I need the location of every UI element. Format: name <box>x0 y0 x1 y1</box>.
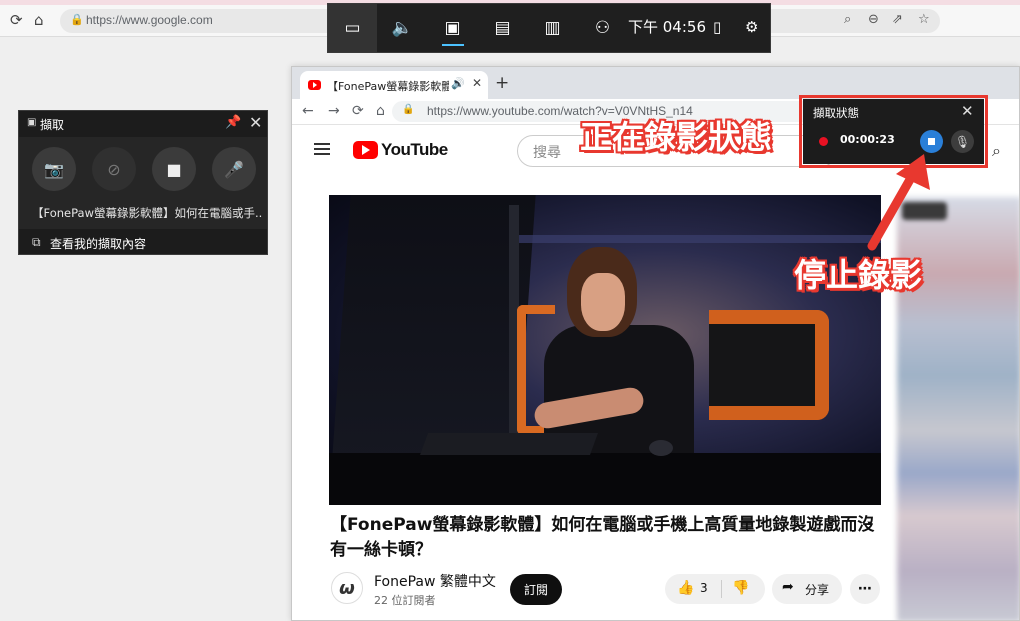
video-frame-light <box>519 235 881 243</box>
clock: 下午 04:56 <box>628 18 706 36</box>
gear-icon[interactable]: ⚙ <box>745 18 758 36</box>
social-icon: ⚇ <box>594 18 611 38</box>
record-last-button[interactable]: ⊘ <box>92 147 136 191</box>
tab-audio-icon[interactable]: 🔊 <box>451 77 465 90</box>
video-frame-chair <box>709 310 829 420</box>
screenshot-button[interactable]: 📷 <box>32 147 76 191</box>
gallery-icon: ⧉ <box>32 235 41 249</box>
share-icon: ➦ <box>782 579 794 595</box>
reload-icon[interactable]: ⟳ <box>352 103 364 119</box>
share-label: 分享 <box>805 583 830 597</box>
youtube-logo-icon[interactable] <box>353 141 378 159</box>
lock-icon: 🔒 <box>402 104 415 115</box>
like-separator <box>721 580 722 598</box>
view-captures-link[interactable]: ⧉ 查看我的擷取內容 <box>19 229 267 255</box>
recording-indicator-icon <box>819 137 828 146</box>
video-frame-desk <box>329 453 881 505</box>
tab-title: 【FonePaw螢幕錄影軟體】如 <box>327 80 449 93</box>
video-frame-mouse <box>649 440 673 456</box>
annotation-recording-state: 正在錄影狀態 <box>580 118 773 156</box>
subscriber-count: 22 位訂閱者 <box>374 594 436 607</box>
recording-timer: 00:00:23 <box>840 133 895 146</box>
tab-youtube[interactable]: 【FonePaw螢幕錄影軟體】如 🔊 ✕ <box>300 71 488 99</box>
channel-avatar[interactable]: ω <box>331 572 363 604</box>
microphone-icon: 🎙 <box>954 134 971 149</box>
stop-icon: ■ <box>166 159 182 179</box>
record-last-icon: ⊘ <box>107 159 121 179</box>
annotation-stop-recording: 停止錄影 <box>794 256 923 294</box>
youtube-favicon-icon <box>308 80 321 90</box>
video-frame-person-face <box>581 273 625 331</box>
reload-icon[interactable]: ⟳ <box>10 11 23 29</box>
hamburger-menu-icon[interactable] <box>314 143 330 155</box>
video-title: 【FonePaw螢幕錄影軟體】如何在電腦或手機上高質量地錄製遊戲而沒有一絲卡頓？ <box>330 515 875 560</box>
microphone-button[interactable]: 🎙 <box>951 130 974 153</box>
more-icon: ⋯ <box>858 581 872 597</box>
home-icon[interactable]: ⌂ <box>34 11 44 29</box>
annotation-arrow-icon <box>867 154 930 251</box>
video-frame-keyboard <box>419 433 599 455</box>
like-count: 3 <box>700 581 708 595</box>
channel-name[interactable]: FonePaw 繁體中文 <box>374 571 496 591</box>
dislike-icon[interactable]: 👎 <box>732 580 749 596</box>
capture-widget-body: 📷 ⊘ ■ 🎤 【FonePaw螢幕錄影軟體】如何在電腦或手... <box>19 137 267 229</box>
capture-widget-icon: ▣ <box>27 117 37 128</box>
widget-menu-icon: ▭ <box>344 18 361 38</box>
search-placeholder: 搜尋 <box>533 145 561 161</box>
microphone-icon: 🎤 <box>224 159 244 179</box>
more-actions-button[interactable]: ⋯ <box>850 574 880 604</box>
close-icon[interactable]: ✕ <box>249 113 262 132</box>
mouse-icon[interactable]: ▯ <box>713 18 721 36</box>
capture-target-label: 【FonePaw螢幕錄影軟體】如何在電腦或手... <box>32 206 262 220</box>
subscribe-button[interactable]: 訂閱 <box>510 574 562 605</box>
search-icon[interactable]: ⌕ <box>992 141 1001 161</box>
home-icon[interactable]: ⌂ <box>376 103 385 119</box>
bookmark-star-icon[interactable]: ☆ <box>918 12 930 27</box>
audio-button[interactable]: 🔈 <box>378 4 427 52</box>
performance-button[interactable]: ▤ <box>478 4 527 52</box>
lock-icon: 🔒 <box>70 13 84 26</box>
capture-button[interactable]: ▣ <box>428 4 477 52</box>
background-url: https://www.google.com <box>86 13 213 27</box>
capture-widget-title: 擷取 <box>40 118 65 132</box>
audio-icon: 🔈 <box>391 18 414 38</box>
camera-icon: 📷 <box>44 159 64 179</box>
youtube-brand[interactable]: YouTube <box>381 140 448 160</box>
video-player[interactable] <box>329 195 881 505</box>
widget-menu-button[interactable]: ▭ <box>328 4 377 52</box>
like-dislike-group: 👍 3 👎 <box>665 574 765 604</box>
capture-widget-header[interactable]: ▣ 擷取 📌 ✕ <box>19 111 267 137</box>
capture-widget: ▣ 擷取 📌 ✕ 📷 ⊘ ■ 🎤 【FonePaw螢幕錄影軟體】如何在電腦或手.… <box>18 110 268 255</box>
like-icon[interactable]: 👍 <box>677 580 694 596</box>
pin-icon[interactable]: 📌 <box>225 115 241 130</box>
zoom-icon[interactable]: ⊖ <box>868 12 879 27</box>
capture-icon: ▣ <box>444 18 461 38</box>
forward-icon[interactable]: → <box>328 103 340 119</box>
game-bar: ▭ 🔈 ▣ ▤ ▥ ⚇ 下午 04:56 ▯ ⚙ <box>327 3 771 53</box>
view-captures-label: 查看我的擷取內容 <box>50 237 147 251</box>
close-icon[interactable]: ✕ <box>961 102 974 120</box>
performance-icon: ▤ <box>494 18 511 38</box>
resources-button[interactable]: ▥ <box>528 4 577 52</box>
tab-close-icon[interactable]: ✕ <box>472 76 482 90</box>
back-icon[interactable]: ← <box>302 103 314 119</box>
resources-icon: ▥ <box>544 18 561 38</box>
microphone-button[interactable]: 🎤 <box>212 147 256 191</box>
stop-recording-button[interactable]: ■ <box>152 147 196 191</box>
share-icon[interactable]: ⇗ <box>892 12 903 27</box>
share-button[interactable]: ➦ 分享 <box>772 574 842 604</box>
recording-widget-title: 擷取狀態 <box>813 106 859 120</box>
new-tab-button[interactable]: + <box>495 73 509 93</box>
search-icon[interactable]: ⌕ <box>844 12 851 27</box>
social-button[interactable]: ⚇ <box>578 4 627 52</box>
